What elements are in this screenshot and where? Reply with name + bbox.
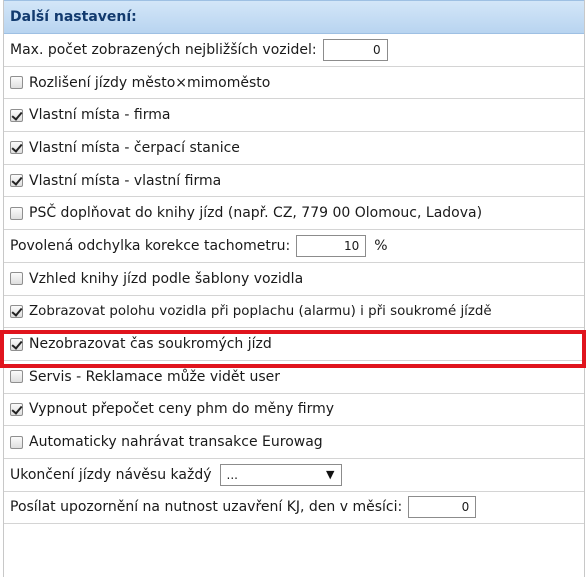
row-eurowag[interactable]: Automaticky nahrávat transakce Eurowag xyxy=(4,426,584,459)
fuel-conversion-checkbox[interactable] xyxy=(10,402,23,416)
row-trailer-end: Ukončení jízdy návěsu každý ... ▼ xyxy=(4,459,584,492)
tacho-input[interactable]: 10 xyxy=(296,234,367,257)
trailer-end-selected: ... xyxy=(226,467,238,482)
row-template-look[interactable]: Vzhled knihy jízd podle šablony vozidla xyxy=(4,263,584,296)
own-places-own-company-checkbox[interactable] xyxy=(10,174,23,188)
own-places-company-checkbox[interactable] xyxy=(10,108,23,122)
tacho-unit: % xyxy=(374,237,388,254)
row-own-places-station[interactable]: Vlastní místa - čerpací stanice xyxy=(4,132,584,165)
fuel-conversion-label: Vypnout přepočet ceny phm do měny firmy xyxy=(29,401,335,418)
max-vehicles-label: Max. počet zobrazených nejbližších vozid… xyxy=(10,41,317,58)
own-places-company-label: Vlastní místa - firma xyxy=(29,107,171,124)
template-look-label: Vzhled knihy jízd podle šablony vozidla xyxy=(29,270,304,287)
dropdown-arrow-icon: ▼ xyxy=(326,468,335,482)
row-tacho: Povolená odchylka korekce tachometru: 10… xyxy=(4,230,584,263)
check-icon xyxy=(11,141,23,154)
own-places-station-label: Vlastní místa - čerpací stanice xyxy=(29,139,240,156)
city-split-checkbox[interactable] xyxy=(10,76,23,90)
trailer-end-select[interactable]: ... ▼ xyxy=(219,463,342,486)
alarm-position-checkbox[interactable] xyxy=(10,304,23,318)
template-look-checkbox[interactable] xyxy=(10,272,23,286)
eurowag-label: Automaticky nahrávat transakce Eurowag xyxy=(29,434,323,451)
row-own-places-company[interactable]: Vlastní místa - firma xyxy=(4,99,584,133)
check-icon xyxy=(11,305,23,317)
tacho-label: Povolená odchylka korekce tachometru: xyxy=(10,237,291,254)
city-split-label: Rozlišení jízdy město×mimoměsto xyxy=(29,74,271,91)
row-city-split[interactable]: Rozlišení jízdy město×mimoměsto xyxy=(4,67,584,100)
check-icon xyxy=(11,174,23,186)
check-icon xyxy=(11,403,23,415)
row-psc[interactable]: PSČ doplňovat do knihy jízd (např. CZ, 7… xyxy=(4,197,584,231)
row-own-places-own-company[interactable]: Vlastní místa - vlastní firma xyxy=(4,165,584,198)
service-claims-checkbox[interactable] xyxy=(10,370,23,384)
eurowag-checkbox[interactable] xyxy=(10,435,23,449)
notify-input[interactable]: 0 xyxy=(408,496,477,519)
own-places-station-checkbox[interactable] xyxy=(10,141,23,155)
own-places-own-company-label: Vlastní místa - vlastní firma xyxy=(29,172,222,189)
psc-checkbox[interactable] xyxy=(10,206,23,220)
settings-panel: Další nastavení: Max. počet zobrazených … xyxy=(3,0,585,577)
row-max-vehicles: Max. počet zobrazených nejbližších vozid… xyxy=(4,34,584,67)
alarm-position-label: Zobrazovat polohu vozidla při poplachu (… xyxy=(29,303,492,319)
row-fuel-conversion[interactable]: Vypnout přepočet ceny phm do měny firmy xyxy=(4,394,584,427)
highlight-box xyxy=(0,330,586,368)
panel-header: Další nastavení: xyxy=(4,0,584,34)
psc-label: PSČ doplňovat do knihy jízd (např. CZ, 7… xyxy=(29,205,483,222)
trailer-end-label: Ukončení jízdy návěsu každý xyxy=(10,466,212,483)
max-vehicles-input[interactable]: 0 xyxy=(322,38,388,61)
row-alarm-position[interactable]: Zobrazovat polohu vozidla při poplachu (… xyxy=(4,296,584,329)
notify-label: Posílat upozornění na nutnost uzavření K… xyxy=(10,499,403,516)
row-notify: Posílat upozornění na nutnost uzavření K… xyxy=(4,492,584,525)
service-claims-label: Servis - Reklamace může vidět user xyxy=(29,368,281,385)
check-icon xyxy=(11,108,23,121)
